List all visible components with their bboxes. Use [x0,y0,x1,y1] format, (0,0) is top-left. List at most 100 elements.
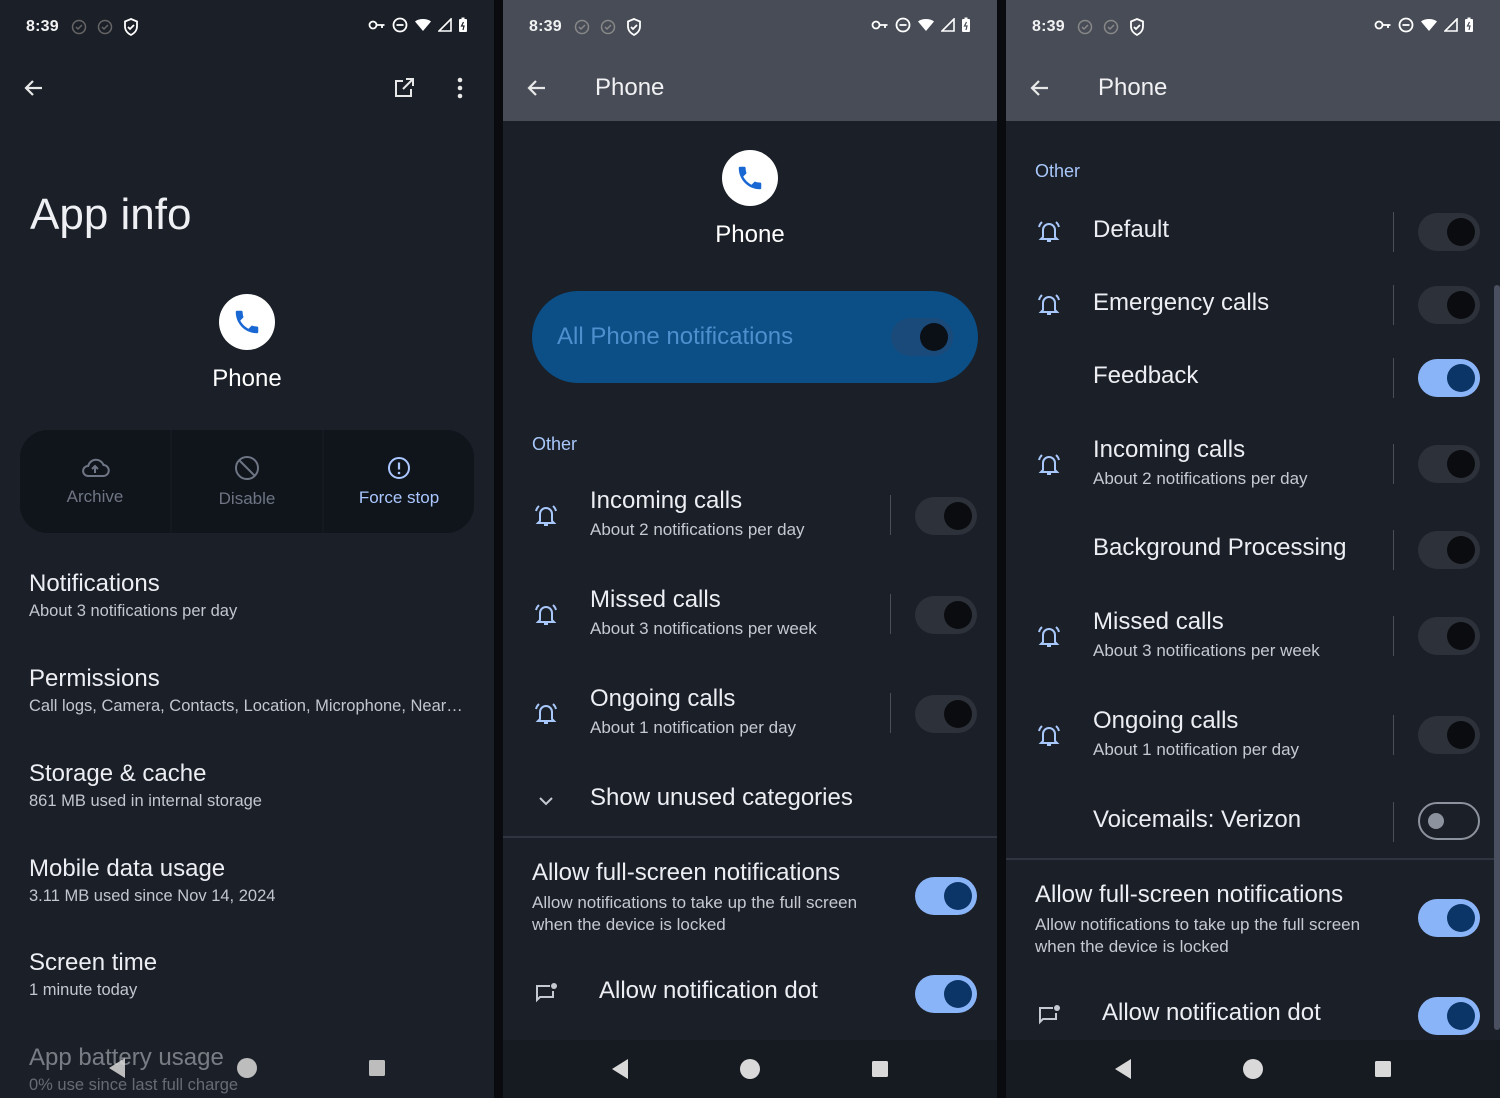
item-title: Permissions [29,665,160,692]
channel-row-ongoing-calls[interactable]: Ongoing calls About 1 notification per d… [1006,707,1500,767]
channel-title: Ongoing calls [590,685,736,712]
voicemails-switch[interactable] [1418,802,1480,840]
notifications-item[interactable]: Notifications About 3 notifications per … [29,570,474,621]
channel-title: Incoming calls [590,487,743,514]
show-unused-label: Show unused categories [590,784,853,811]
fullscreen-notifications-row[interactable]: Allow full-screen notifications Allow no… [503,859,997,939]
channel-row-incoming-calls[interactable]: Incoming calls About 2 notifications per… [1006,436,1500,496]
item-title: Storage & cache [29,760,207,787]
nav-recents-button[interactable] [1318,1060,1448,1078]
nav-home-button[interactable] [1188,1058,1318,1080]
shield-icon [624,17,644,37]
channel-row-emergency-calls[interactable]: Emergency calls [1006,285,1500,325]
disable-button[interactable]: Disable [172,430,322,533]
permissions-item[interactable]: Permissions Call logs, Camera, Contacts,… [29,665,474,716]
nav-back-button[interactable] [1058,1058,1188,1080]
notification-dot-row[interactable]: Allow notification dot [503,975,997,1013]
fullscreen-switch[interactable] [915,877,977,915]
notification-dot-switch[interactable] [915,975,977,1013]
app-bar: Phone [1006,54,1500,121]
item-subtitle: 3.11 MB used since Nov 14, 2024 [29,887,276,905]
all-notifications-switch[interactable] [891,318,953,356]
open-app-button[interactable] [386,70,422,106]
status-bar: 8:39 [1006,0,1500,54]
channel-subtitle: About 2 notifications per day [590,520,805,539]
notification-dot-icon [531,979,561,1009]
nav-home-button[interactable] [182,1057,312,1079]
nav-bar [0,1038,494,1098]
arrow-back-icon [1030,79,1048,96]
missed-calls-switch[interactable] [915,596,977,634]
missed-calls-switch[interactable] [1418,617,1480,655]
back-button[interactable] [1008,56,1072,120]
channel-title: Missed calls [1093,608,1224,635]
background-processing-switch[interactable] [1418,531,1480,569]
show-unused-categories-row[interactable]: Show unused categories [503,784,997,818]
action-bar: Archive Disable Force stop [20,430,474,533]
channel-row-background-processing[interactable]: Background Processing [1006,530,1500,570]
channel-row-incoming-calls[interactable]: Incoming calls About 2 notifications per… [503,487,997,547]
back-button[interactable] [2,56,66,120]
notifications-screen-expanded: 8:39 Phone Other Default Emergency calls [1006,0,1500,1098]
row-divider [1393,715,1394,755]
channel-row-voicemails[interactable]: Voicemails: Verizon [1006,802,1500,842]
channel-subtitle: About 1 notification per day [1093,740,1300,759]
wifi-icon [917,18,935,37]
channel-row-missed-calls[interactable]: Missed calls About 3 notifications per w… [1006,608,1500,668]
all-notifications-toggle-row[interactable]: All Phone notifications [532,291,978,383]
channel-title: Voicemails: Verizon [1093,806,1302,833]
check-circle-icon [69,17,89,37]
notification-dot-switch[interactable] [1418,997,1480,1035]
nav-recents-button[interactable] [815,1060,945,1078]
nav-back-button[interactable] [52,1057,182,1079]
scrollbar[interactable] [1494,285,1500,1030]
signal-icon [940,16,955,37]
check-circle-icon [95,17,115,37]
incoming-calls-switch[interactable] [1418,445,1480,483]
ongoing-calls-switch[interactable] [1418,716,1480,754]
disable-label: Disable [218,488,276,508]
bell-ring-icon [1034,450,1064,480]
notification-dot-row[interactable]: Allow notification dot [1006,997,1500,1035]
archive-button[interactable]: Archive [20,430,170,533]
dnd-icon [392,17,408,38]
force-stop-button[interactable]: Force stop [324,430,474,533]
feedback-switch[interactable] [1418,359,1480,397]
bell-ring-icon [531,501,561,531]
channel-row-missed-calls[interactable]: Missed calls About 3 notifications per w… [503,586,997,646]
incoming-calls-switch[interactable] [915,497,977,535]
phone-app-icon [219,294,275,350]
section-divider [1006,858,1500,860]
channel-subtitle: About 3 notifications per week [1093,641,1320,660]
nav-back-button[interactable] [555,1058,685,1080]
divider [997,0,1006,1098]
channel-row-ongoing-calls[interactable]: Ongoing calls About 1 notification per d… [503,685,997,745]
ongoing-calls-switch[interactable] [915,695,977,733]
item-title: Screen time [29,949,158,976]
channel-row-feedback[interactable]: Feedback [1006,358,1500,398]
mobile-data-item[interactable]: Mobile data usage 3.11 MB used since Nov… [29,855,474,906]
dnd-icon [1398,17,1414,38]
fullscreen-notifications-row[interactable]: Allow full-screen notifications Allow no… [1006,881,1500,961]
row-divider [1393,285,1394,325]
storage-item[interactable]: Storage & cache 861 MB used in internal … [29,760,474,811]
back-button[interactable] [505,56,569,120]
status-time: 8:39 [1032,18,1065,35]
row-divider [890,693,891,733]
app-info-screen: 8:39 App info Phone Archive Disable Forc… [0,0,494,1098]
row-divider [1393,444,1394,484]
triangle-back-icon [109,1058,125,1078]
screen-time-item[interactable]: Screen time 1 minute today [29,949,474,1000]
more-options-button[interactable] [442,70,478,106]
item-subtitle: 861 MB used in internal storage [29,792,262,810]
nav-home-button[interactable] [685,1058,815,1080]
fullscreen-subtitle: Allow notifications to take up the full … [532,893,858,934]
emergency-calls-switch[interactable] [1418,286,1480,324]
nav-recents-button[interactable] [312,1059,442,1077]
fullscreen-switch[interactable] [1418,899,1480,937]
vpn-key-icon [368,18,386,36]
default-switch[interactable] [1418,213,1480,251]
phone-app-icon [722,150,778,206]
channel-row-default[interactable]: Default [1006,212,1500,252]
notification-dot-label: Allow notification dot [599,977,818,1004]
